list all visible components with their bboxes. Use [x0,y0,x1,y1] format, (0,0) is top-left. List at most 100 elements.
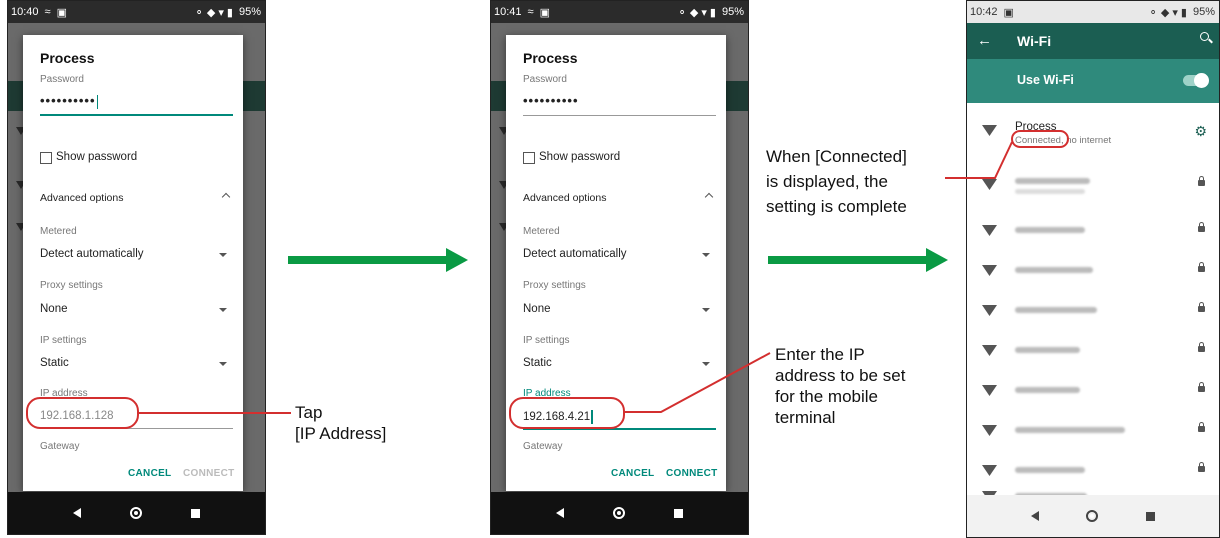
battery-level: 95% [238,6,261,18]
network-row[interactable] [967,331,1219,371]
dropdown-arrow-icon[interactable] [219,308,227,312]
back-icon[interactable] [1030,511,1039,521]
advanced-options-toggle[interactable]: Advanced options [523,192,606,204]
lock-icon [1198,382,1205,392]
callout-line [625,352,771,413]
use-wifi-label: Use Wi-Fi [1017,73,1074,87]
dialog-title: Process [523,50,578,66]
dropdown-arrow-icon[interactable] [219,362,227,366]
navigation-bar [8,492,265,534]
battery-level: 95% [1192,6,1215,18]
proxy-select[interactable]: None [40,303,68,315]
wifi-signal-icon [982,385,997,396]
wifi-signal-icon [982,345,997,356]
home-icon[interactable] [1086,510,1099,522]
signal-icons: ⚬ ◆ ▾ ▮ [1148,6,1187,19]
wifi-toggle[interactable] [1183,73,1209,88]
wifi-signal-icon [982,265,997,276]
show-password-checkbox[interactable] [40,152,52,164]
ip-settings-select[interactable]: Static [523,357,552,369]
back-icon[interactable] [72,508,81,518]
ip-settings-label: IP settings [40,335,87,346]
password-input[interactable]: •••••••••• [523,93,579,108]
gateway-label: Gateway [40,441,80,452]
callout-line [625,352,771,413]
proxy-select[interactable]: None [523,303,551,315]
chevron-up-icon[interactable] [704,192,714,202]
dropdown-arrow-icon[interactable] [219,253,227,257]
app-bar: ← Wi-Fi [967,23,1219,59]
network-row[interactable] [967,451,1219,491]
password-input[interactable]: •••••••••• [40,93,99,109]
recent-apps-icon[interactable] [1146,511,1156,521]
ip-address-highlight [26,397,139,429]
ip-settings-select[interactable]: Static [40,357,69,369]
next-step-arrow [768,248,948,272]
cancel-button[interactable]: CANCEL [611,468,654,479]
dialog-title: Process [40,50,95,66]
notification-icon: ≈ [44,6,51,18]
battery-level: 95% [721,6,744,18]
lock-icon [1198,462,1205,472]
image-icon: ▣ [56,6,67,19]
network-row[interactable] [967,211,1219,251]
connect-button[interactable]: CONNECT [183,468,235,479]
password-underline [40,114,233,116]
lock-icon [1198,422,1205,432]
home-icon[interactable] [129,507,142,519]
status-time: 10:40 [11,6,39,18]
advanced-options-toggle[interactable]: Advanced options [40,192,123,204]
dropdown-arrow-icon[interactable] [702,253,710,257]
lock-icon [1198,342,1205,352]
back-icon[interactable] [555,508,564,518]
blurred-network-status [1015,189,1085,194]
cancel-button[interactable]: CANCEL [128,468,171,479]
signal-icons: ⚬ ◆ ▾ ▮ [194,6,233,19]
status-bar: 10:40 ≈ ▣ ⚬ ◆ ▾ ▮ 95% [8,1,265,23]
lock-icon [1198,222,1205,232]
dropdown-arrow-icon[interactable] [702,308,710,312]
wifi-settings-screen: ← Wi-Fi Use Wi-Fi Process Connected, no … [967,23,1219,497]
use-wifi-row[interactable]: Use Wi-Fi [967,59,1219,103]
connect-button[interactable]: CONNECT [666,468,718,479]
chevron-up-icon[interactable] [221,192,231,202]
show-password-label: Show password [56,151,138,163]
metered-select[interactable]: Detect automatically [523,248,627,260]
wifi-signal-icon [982,305,997,316]
gear-icon[interactable]: ⚙ [1194,123,1207,140]
back-arrow-icon[interactable]: ← [977,32,992,49]
notification-icon: ≈ [527,6,534,18]
wifi-signal-icon [982,465,997,476]
ip-address-highlight [509,397,625,429]
callout-line [139,412,291,414]
status-bar: 10:42 ▣ ⚬ ◆ ▾ ▮ 95% [967,1,1219,23]
blurred-network-name [1015,307,1097,313]
recent-apps-icon[interactable] [674,508,684,518]
ip-settings-label: IP settings [523,335,570,346]
phone-screen-1: 10:40 ≈ ▣ ⚬ ◆ ▾ ▮ 95% Process Password ••••… [7,0,266,535]
network-row[interactable] [967,411,1219,451]
wifi-signal-icon [982,425,997,436]
password-label: Password [523,74,567,85]
next-step-arrow [288,248,468,272]
metered-label: Metered [40,226,77,237]
enter-ip-note: Enter the IP address to be set for the m… [775,345,906,427]
show-password-checkbox[interactable] [523,152,535,164]
recent-apps-icon[interactable] [191,508,201,518]
blurred-network-name [1015,267,1093,273]
metered-select[interactable]: Detect automatically [40,248,144,260]
search-icon[interactable] [1200,32,1209,41]
network-row[interactable] [967,251,1219,291]
image-icon: ▣ [539,6,550,19]
home-icon[interactable] [612,507,625,519]
lock-icon [1198,176,1205,186]
metered-label: Metered [523,226,560,237]
image-icon: ▣ [1003,6,1014,19]
navigation-bar [967,495,1219,537]
proxy-label: Proxy settings [40,280,103,291]
wifi-signal-icon [982,125,997,136]
network-row[interactable] [967,371,1219,411]
status-time: 10:41 [494,6,522,18]
password-label: Password [40,74,84,85]
network-row[interactable] [967,291,1219,331]
